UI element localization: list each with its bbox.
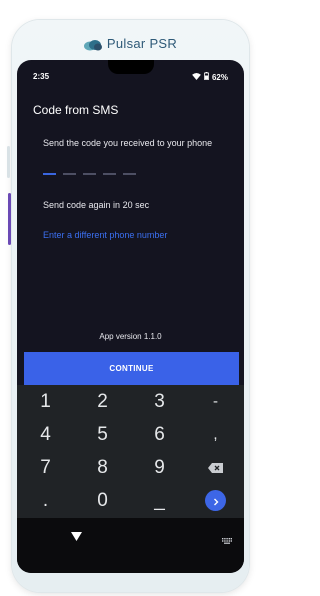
resend-countdown: Send code again in 20 sec xyxy=(43,200,150,210)
enter-button[interactable] xyxy=(205,490,226,511)
sms-code-input[interactable] xyxy=(43,173,136,175)
chevron-right-icon xyxy=(212,490,220,512)
backspace-key[interactable] xyxy=(187,451,244,484)
navigation-bar xyxy=(17,518,244,573)
key-8[interactable]: 8 xyxy=(74,451,131,484)
key-4[interactable]: 4 xyxy=(17,418,74,451)
battery-icon xyxy=(204,72,209,82)
cloud-logo-icon xyxy=(83,39,103,54)
backspace-icon xyxy=(208,457,223,479)
back-triangle-icon[interactable] xyxy=(71,528,82,546)
key-2[interactable]: 2 xyxy=(74,385,131,418)
different-number-link[interactable]: Enter a different phone number xyxy=(43,230,167,240)
status-time: 2:35 xyxy=(33,72,50,81)
keyboard-icon[interactable] xyxy=(222,531,232,549)
code-digit-slot[interactable] xyxy=(103,173,116,175)
key-7[interactable]: 7 xyxy=(17,451,74,484)
key-0[interactable]: 0 xyxy=(74,484,131,517)
numeric-keypad: 1 2 3 - 4 5 6 , 7 8 9 . 0 _ xyxy=(17,385,244,518)
battery-percent: 62% xyxy=(211,72,228,82)
key-dot[interactable]: . xyxy=(17,484,74,517)
app-version: App version 1.1.0 xyxy=(99,332,162,341)
brand-header: Pulsar PSR xyxy=(0,36,260,54)
instruction-text: Send the code you received to your phone xyxy=(43,138,213,148)
code-digit-slot[interactable] xyxy=(123,173,136,175)
wifi-icon xyxy=(192,72,201,82)
key-space[interactable]: _ xyxy=(131,484,188,517)
phone-screen: 2:35 62% Code from SMS Send the code you… xyxy=(17,60,244,573)
enter-key[interactable] xyxy=(187,484,244,517)
page-title: Code from SMS xyxy=(33,103,119,117)
key-5[interactable]: 5 xyxy=(74,418,131,451)
code-digit-slot[interactable] xyxy=(83,173,96,175)
code-digit-slot[interactable] xyxy=(43,173,56,175)
code-digit-slot[interactable] xyxy=(63,173,76,175)
camera-notch xyxy=(107,60,154,74)
key-1[interactable]: 1 xyxy=(17,385,74,418)
continue-button[interactable]: CONTINUE xyxy=(24,352,239,385)
side-button xyxy=(7,146,10,178)
key-minus[interactable]: - xyxy=(187,385,244,418)
brand-name: Pulsar PSR xyxy=(106,36,178,51)
key-6[interactable]: 6 xyxy=(131,418,188,451)
key-3[interactable]: 3 xyxy=(131,385,188,418)
key-9[interactable]: 9 xyxy=(131,451,188,484)
key-comma[interactable]: , xyxy=(187,418,244,451)
status-bar: 2:35 62% xyxy=(17,60,244,84)
side-button-accent xyxy=(8,193,11,245)
